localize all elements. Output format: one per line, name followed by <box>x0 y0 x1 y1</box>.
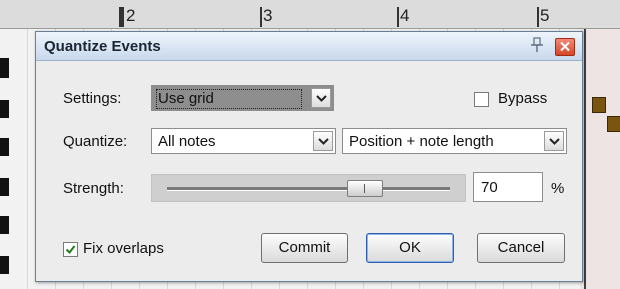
bypass-label[interactable]: Bypass <box>498 90 547 107</box>
fix-overlaps-label[interactable]: Fix overlaps <box>83 240 164 257</box>
chevron-down-icon <box>318 138 329 145</box>
strength-unit: % <box>551 180 565 197</box>
dialog-titlebar[interactable]: Quantize Events <box>36 32 582 61</box>
cancel-button[interactable]: Cancel <box>477 233 565 263</box>
quantize-notes-select[interactable]: All notes <box>151 128 336 154</box>
note-lane-highlight <box>580 29 620 289</box>
ruler-mark: 2 <box>118 6 136 27</box>
checkmark-icon <box>65 245 76 255</box>
ok-button[interactable]: OK <box>366 233 454 263</box>
quantize-events-dialog: Quantize Events Settings: Use grid Bypas… <box>35 31 583 282</box>
pin-icon[interactable] <box>529 37 545 53</box>
piano-key-black[interactable] <box>0 100 9 118</box>
quantize-notes-dropdown-button[interactable] <box>313 131 333 151</box>
chevron-down-icon <box>316 95 327 102</box>
close-button[interactable] <box>555 38 575 56</box>
chevron-down-icon <box>549 138 560 145</box>
quantize-label: Quantize: <box>63 133 128 150</box>
strength-value: 70 <box>481 179 498 196</box>
commit-button[interactable]: Commit <box>261 233 348 263</box>
quantize-mode-dropdown-button[interactable] <box>544 131 564 151</box>
close-icon <box>560 41 570 52</box>
ruler-mark: 3 <box>259 6 273 27</box>
slider-rail <box>167 187 450 191</box>
bar-line <box>584 29 586 289</box>
piano-key-black[interactable] <box>0 138 9 156</box>
bypass-checkbox[interactable] <box>474 92 489 107</box>
piano-key-black[interactable] <box>0 216 9 234</box>
midi-note[interactable] <box>592 97 606 113</box>
ruler-mark: 5 <box>536 6 550 27</box>
quantize-notes-value: All notes <box>158 133 216 150</box>
strength-slider[interactable] <box>151 174 466 202</box>
settings-dropdown-button[interactable] <box>311 88 331 108</box>
strength-input[interactable]: 70 <box>473 172 543 202</box>
quantize-mode-value: Position + note length <box>349 133 494 150</box>
strength-label: Strength: <box>63 180 124 197</box>
piano-key-black[interactable] <box>0 58 9 78</box>
settings-label: Settings: <box>63 90 122 107</box>
piano-key-black[interactable] <box>0 256 9 274</box>
settings-value: Use grid <box>158 90 214 107</box>
quantize-mode-select[interactable]: Position + note length <box>342 128 567 154</box>
midi-note[interactable] <box>607 116 620 132</box>
piano-key-black[interactable] <box>0 178 9 196</box>
settings-select[interactable]: Use grid <box>151 85 334 111</box>
slider-thumb[interactable] <box>347 180 384 197</box>
dialog-title: Quantize Events <box>44 38 161 55</box>
fix-overlaps-checkbox[interactable] <box>63 242 78 257</box>
ruler-mark: 4 <box>396 6 410 27</box>
timeline-ruler[interactable]: 2 3 4 5 <box>0 0 620 29</box>
